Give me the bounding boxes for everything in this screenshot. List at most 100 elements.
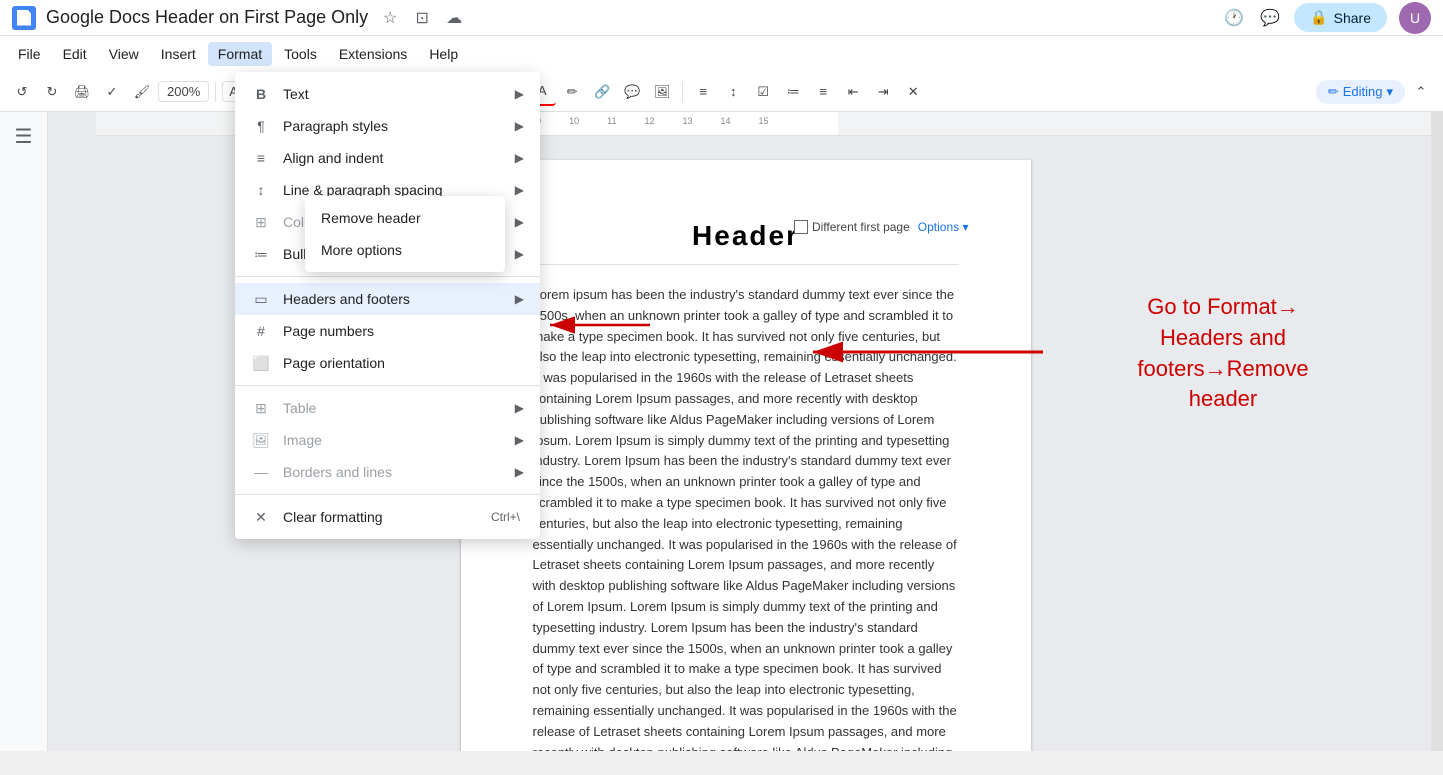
align-arrow: ▶ <box>515 151 524 165</box>
borders-label: Borders and lines <box>283 464 515 480</box>
toolbar-sep-1 <box>215 82 216 102</box>
document-title: Google Docs Header on First Page Only <box>46 7 368 28</box>
toolbar-sep-4 <box>682 82 683 102</box>
main-area: ☰ 123456789101112131415 Header Dif <box>0 112 1443 751</box>
user-avatar[interactable]: U <box>1399 2 1431 34</box>
annotation-arrow <box>803 322 1053 402</box>
diff-first-page-checkbox[interactable] <box>794 220 808 234</box>
expand-button[interactable]: ⌃ <box>1407 78 1435 106</box>
print-button[interactable]: 🖨 <box>68 78 96 106</box>
page-container: Header Different first page Options ▾ Lo… <box>461 160 1031 731</box>
align-button[interactable]: ≡ <box>689 78 717 106</box>
format-paragraph-styles-item[interactable]: ¶ Paragraph styles ▶ <box>235 110 540 142</box>
menu-separator-1 <box>235 276 540 277</box>
editing-button[interactable]: ✏ Editing ▾ <box>1316 80 1405 104</box>
redo-button[interactable]: ↻ <box>38 78 66 106</box>
title-bar: Google Docs Header on First Page Only ☆ … <box>0 0 1443 36</box>
spellcheck-button[interactable]: ✓ <box>98 78 126 106</box>
paint-format-button[interactable]: 🖌 <box>128 78 156 106</box>
header-options: Different first page Options ▾ <box>794 220 969 234</box>
menu-format[interactable]: Format <box>208 42 272 66</box>
format-clear-item[interactable]: ✕ Clear formatting Ctrl+\ <box>235 501 540 533</box>
clear-format-button[interactable]: ✕ <box>899 78 927 106</box>
star-icon[interactable]: ☆ <box>378 6 402 30</box>
lock-icon: 🔒 <box>1310 9 1327 26</box>
image-arrow: ▶ <box>515 433 524 447</box>
borders-icon: — <box>251 462 271 482</box>
bullet-list-button[interactable]: ≔ <box>779 78 807 106</box>
format-menu: B Text ▶ ¶ Paragraph styles ▶ ≡ Align an… <box>235 72 540 539</box>
docs-icon <box>12 6 36 30</box>
outline-icon[interactable]: ☰ <box>15 124 33 149</box>
line-spacing-arrow: ▶ <box>515 183 524 197</box>
menu-bar: File Edit View Insert Format Tools Exten… <box>0 36 1443 72</box>
share-button[interactable]: 🔒 Share <box>1294 3 1387 32</box>
more-options-item[interactable]: More options <box>305 234 505 266</box>
format-align-item[interactable]: ≡ Align and indent ▶ <box>235 142 540 174</box>
image-button[interactable]: 🖼 <box>648 78 676 106</box>
columns-arrow: ▶ <box>515 215 524 229</box>
headers-footers-submenu: Remove header More options <box>305 196 505 272</box>
annotation-line1: Go to Format→ <box>1147 294 1299 319</box>
vertical-scrollbar[interactable] <box>1431 112 1443 751</box>
line-spacing-button[interactable]: ↕ <box>719 78 747 106</box>
editing-label: Editing <box>1343 84 1383 99</box>
annotation-area: Go to Format→ Headers and footers→Remove… <box>1033 292 1413 415</box>
highlight-button[interactable]: ✏ <box>558 78 586 106</box>
format-table-item[interactable]: ⊞ Table ▶ <box>235 392 540 424</box>
annotation-text: Go to Format→ Headers and footers→Remove… <box>1033 292 1413 415</box>
history-icon[interactable]: 🕐 <box>1222 6 1246 30</box>
text-arrow-icon: ▶ <box>515 87 524 101</box>
comment-button[interactable]: 💬 <box>618 78 646 106</box>
format-image-item[interactable]: 🖼 Image ▶ <box>235 424 540 456</box>
menu-edit[interactable]: Edit <box>53 42 97 66</box>
align-icon: ≡ <box>251 148 271 168</box>
clear-format-shortcut: Ctrl+\ <box>491 510 520 524</box>
folder-icon[interactable]: ⊡ <box>410 6 434 30</box>
sidebar: ☰ <box>0 112 48 751</box>
page-orientation-label: Page orientation <box>283 355 524 371</box>
format-page-orientation-item[interactable]: ⬜ Page orientation <box>235 347 540 379</box>
options-link[interactable]: Options ▾ <box>918 220 969 234</box>
format-headers-footers-item[interactable]: ▭ Headers and footers ▶ <box>235 283 540 315</box>
checklist-button[interactable]: ☑ <box>749 78 777 106</box>
decrease-indent-button[interactable]: ⇤ <box>839 78 867 106</box>
columns-icon: ⊞ <box>251 212 271 232</box>
increase-indent-button[interactable]: ⇥ <box>869 78 897 106</box>
numbered-list-button[interactable]: ≡ <box>809 78 837 106</box>
diff-first-page-label: Different first page <box>812 220 910 234</box>
share-label: Share <box>1334 10 1371 26</box>
menu-extensions[interactable]: Extensions <box>329 42 417 66</box>
format-text-label: Text <box>283 86 515 102</box>
align-label: Align and indent <box>283 150 515 166</box>
menu-help[interactable]: Help <box>419 42 468 66</box>
header-section: Header Different first page Options ▾ <box>533 220 959 265</box>
paragraph-styles-label: Paragraph styles <box>283 118 515 134</box>
menu-insert[interactable]: Insert <box>151 42 206 66</box>
comment-icon[interactable]: 💬 <box>1258 6 1282 30</box>
page-numbers-label: Page numbers <box>283 323 524 339</box>
page-numbers-icon: # <box>251 321 271 341</box>
headers-footers-icon: ▭ <box>251 289 271 309</box>
cloud-icon[interactable]: ☁ <box>442 6 466 30</box>
format-borders-item[interactable]: — Borders and lines ▶ <box>235 456 540 488</box>
borders-arrow: ▶ <box>515 465 524 479</box>
clear-format-label: Clear formatting <box>283 509 491 525</box>
bullets-icon: ≔ <box>251 244 271 264</box>
zoom-display[interactable]: 200% <box>158 81 209 102</box>
format-text-item[interactable]: B Text ▶ <box>235 78 540 110</box>
menu-file[interactable]: File <box>8 42 51 66</box>
format-page-numbers-item[interactable]: # Page numbers <box>235 315 540 347</box>
menu-view[interactable]: View <box>99 42 149 66</box>
menu-tools[interactable]: Tools <box>274 42 327 66</box>
remove-header-label: Remove header <box>321 210 421 226</box>
header-right: 🕐 💬 🔒 Share U <box>1222 2 1431 34</box>
link-button[interactable]: 🔗 <box>588 78 616 106</box>
headers-footers-arrow: ▶ <box>515 292 524 306</box>
undo-button[interactable]: ↺ <box>8 78 36 106</box>
text-format-icon: B <box>251 84 271 104</box>
remove-header-item[interactable]: Remove header <box>305 202 505 234</box>
paragraph-styles-icon: ¶ <box>251 116 271 136</box>
menu-separator-3 <box>235 494 540 495</box>
menu-separator-2 <box>235 385 540 386</box>
